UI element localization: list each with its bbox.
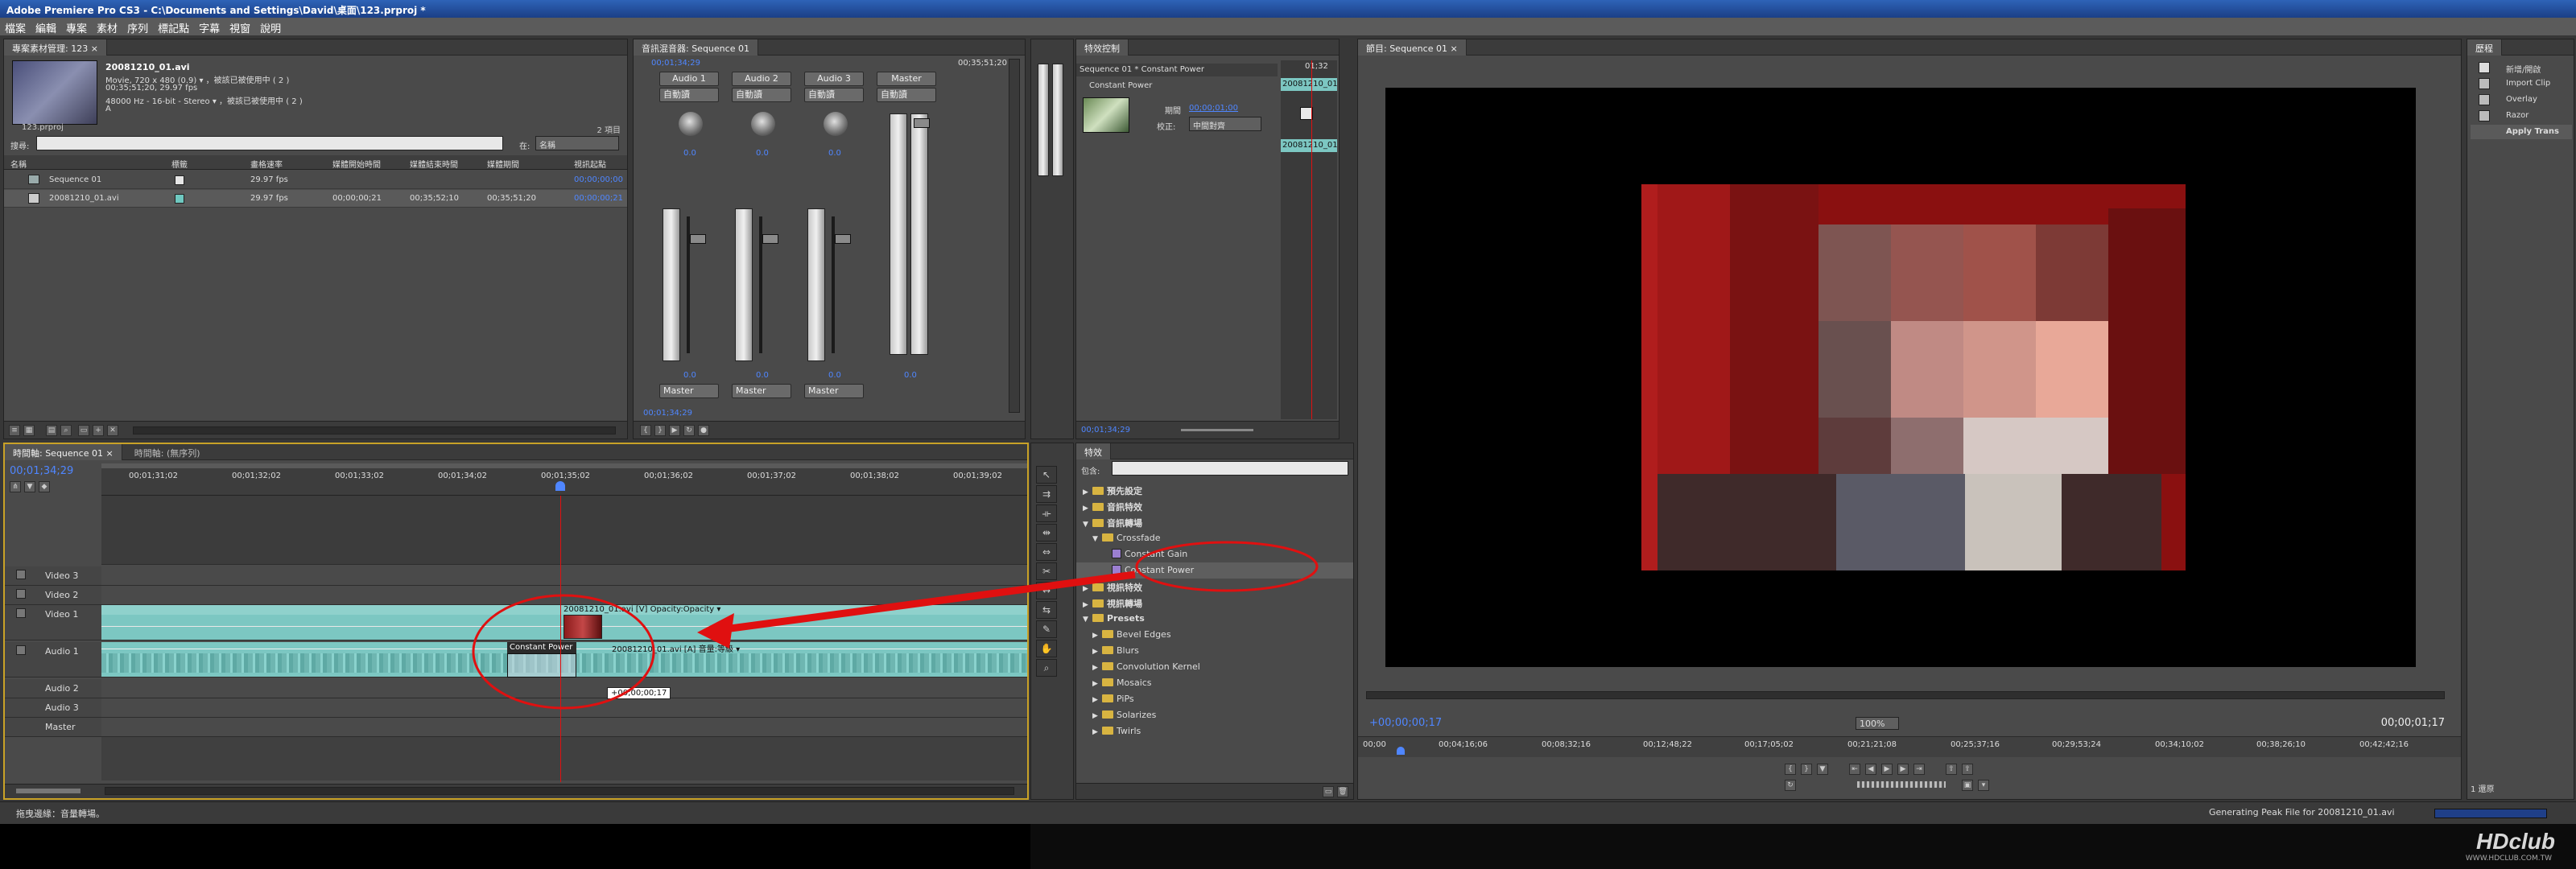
lower-blank-area: HDclub WWW.HDCLUB.COM.TW <box>0 824 2576 869</box>
status-bar: 拖曳邊緣：音量轉場。 Generating Peak File for 2008… <box>0 801 2576 824</box>
watermark-url: WWW.HDCLUB.COM.TW <box>2465 855 2552 863</box>
progress-bar <box>2434 809 2547 818</box>
status-message: 拖曳邊緣：音量轉場。 <box>16 809 105 819</box>
watermark-strip <box>1030 824 2576 869</box>
status-progress-text: Generating Peak File for 20081210_01.avi <box>2209 807 2395 818</box>
annotation-overlay <box>472 541 1319 710</box>
annotation-ellipse-effect <box>1135 541 1319 592</box>
annotation-arrow-shaft <box>724 570 1136 633</box>
watermark-logo: HDclub <box>2476 829 2555 854</box>
premiere-window: Adobe Premiere Pro CS3 - C:\Documents an… <box>0 0 2576 824</box>
annotation-arrow-head <box>697 613 734 649</box>
annotation-ellipse-timeline <box>472 594 655 710</box>
